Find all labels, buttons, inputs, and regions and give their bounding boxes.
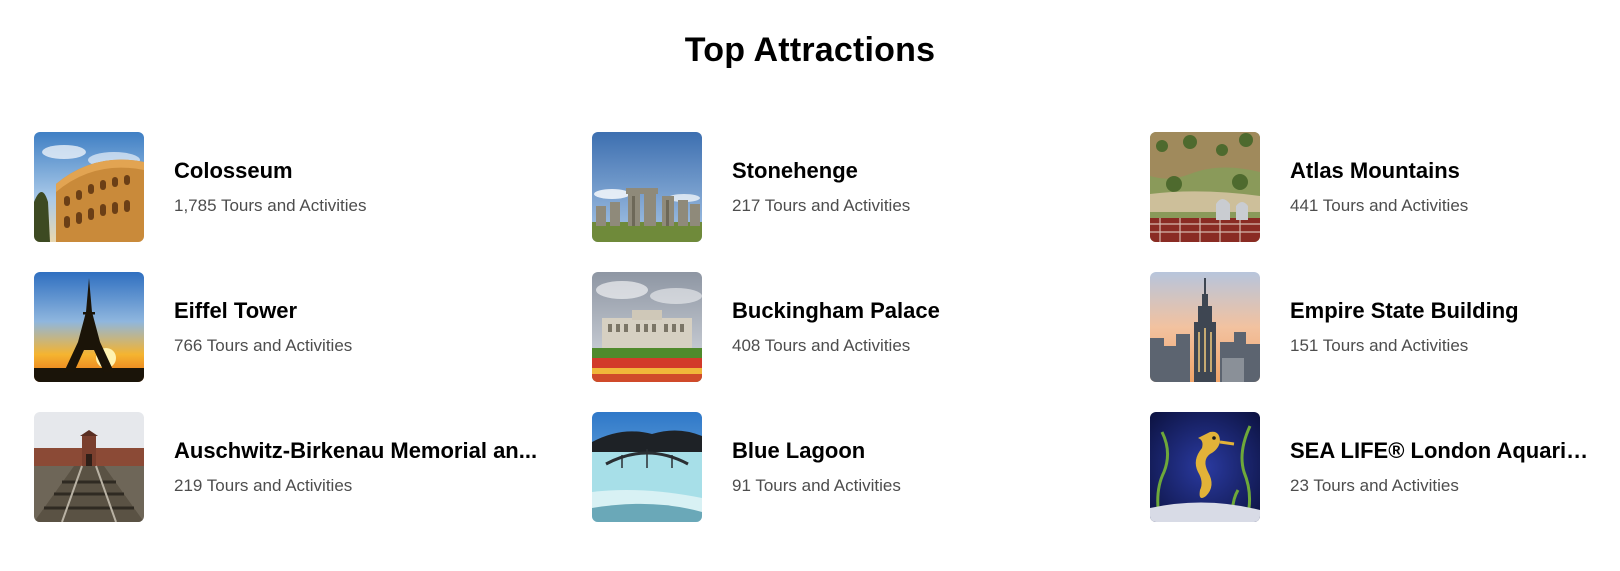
attractions-grid: Colosseum 1,785 Tours and Activities Sto… [34,132,1594,522]
buckingham-palace-image[interactable] [592,272,702,382]
attraction-card-buckingham-palace[interactable]: Buckingham Palace 408 Tours and Activiti… [592,272,1150,382]
eiffel-tower-image[interactable] [34,272,144,382]
colosseum-image[interactable] [34,132,144,242]
tours-count: 408 Tours and Activities [732,336,911,355]
attraction-name[interactable]: Empire State Building [1290,297,1519,325]
blue-lagoon-image[interactable] [592,412,702,522]
attraction-card-stonehenge[interactable]: Stonehenge 217 Tours and Activities [592,132,1150,242]
attraction-card-atlas-mountains[interactable]: Atlas Mountains 441 Tours and Activities [1150,132,1594,242]
sea-life-aquarium-image[interactable] [1150,412,1260,522]
attraction-name[interactable]: Blue Lagoon [732,437,901,465]
attraction-name[interactable]: Eiffel Tower [174,297,352,325]
attraction-name[interactable]: SEA LIFE® London Aquarium [1290,437,1594,465]
tours-count: 151 Tours and Activities [1290,336,1469,355]
attraction-card-auschwitz-birkenau[interactable]: Auschwitz-Birkenau Memorial an... 219 To… [34,412,592,522]
tours-count: 219 Tours and Activities [174,476,353,495]
attraction-name[interactable]: Buckingham Palace [732,297,940,325]
tours-count: 1,785 Tours and Activities [174,196,367,215]
attraction-card-empire-state-building[interactable]: Empire State Building 151 Tours and Acti… [1150,272,1594,382]
auschwitz-birkenau-image[interactable] [34,412,144,522]
attraction-card-eiffel-tower[interactable]: Eiffel Tower 766 Tours and Activities [34,272,592,382]
section-title: Top Attractions [684,31,936,69]
tours-count: 441 Tours and Activities [1290,196,1469,215]
empire-state-building-image[interactable] [1150,272,1260,382]
attraction-card-sea-life-aquarium[interactable]: SEA LIFE® London Aquarium 23 Tours and A… [1150,412,1594,522]
stonehenge-image[interactable] [592,132,702,242]
attraction-card-colosseum[interactable]: Colosseum 1,785 Tours and Activities [34,132,592,242]
tours-count: 766 Tours and Activities [174,336,353,355]
tours-count: 217 Tours and Activities [732,196,911,215]
attraction-name[interactable]: Atlas Mountains [1290,157,1468,185]
attraction-name[interactable]: Stonehenge [732,157,910,185]
attraction-name[interactable]: Colosseum [174,157,366,185]
attraction-name[interactable]: Auschwitz-Birkenau Memorial an... [174,437,537,465]
tours-count: 91 Tours and Activities [732,476,901,495]
atlas-mountains-image[interactable] [1150,132,1260,242]
attraction-card-blue-lagoon[interactable]: Blue Lagoon 91 Tours and Activities [592,412,1150,522]
tours-count: 23 Tours and Activities [1290,476,1459,495]
